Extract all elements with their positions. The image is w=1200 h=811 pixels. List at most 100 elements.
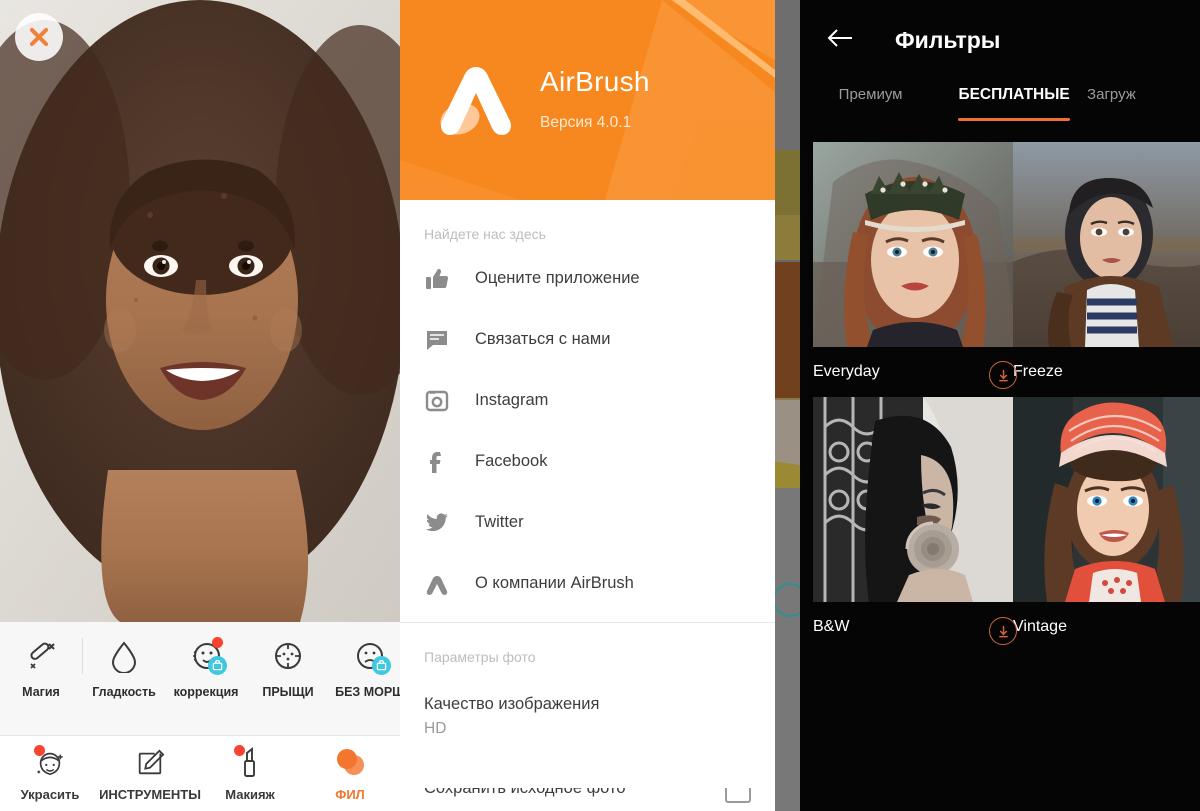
download-button-freeze[interactable]	[989, 361, 1023, 389]
drawer-item-contact-us[interactable]: Связаться с нами	[400, 309, 775, 370]
blemish-icon	[268, 636, 308, 676]
setting-value: HD	[424, 720, 447, 737]
tab-premium[interactable]: Премиум	[839, 82, 903, 103]
face-fix-icon	[186, 636, 227, 676]
nav-label: ИНСТРУМЕНТЫ	[99, 786, 201, 802]
bottom-navigation: Украсить ИНСТРУМЕНТЫ Макияж ФИЛ	[0, 735, 400, 811]
tool-acne[interactable]: ПРЫЩИ	[247, 636, 329, 699]
setting-title: Сохранить исходное фото	[424, 788, 626, 797]
drawer-item-facebook[interactable]: Facebook	[400, 431, 775, 492]
droplet-icon	[104, 636, 144, 676]
magic-wand-icon	[21, 636, 61, 676]
tool-label: коррекция	[173, 685, 239, 699]
airbrush-logo-icon	[430, 55, 522, 147]
nav-label: Украсить	[20, 786, 80, 802]
drawer-item-label: Facebook	[475, 452, 548, 470]
navigation-drawer: AirBrush Версия 4.0.1 Найдете нас здесь …	[400, 0, 775, 811]
filter-label-row: Vintage	[1013, 602, 1200, 652]
drawer-item-image-quality[interactable]: Качество изображения HD	[400, 671, 775, 738]
app-version: Версия 4.0.1	[540, 114, 632, 131]
filter-cell-freeze[interactable]: Freeze	[1000, 142, 1200, 397]
photo-preview[interactable]	[0, 0, 400, 622]
nav-label: ФИЛ	[335, 786, 365, 802]
screenshot-root: Магия Гладкость коррекция ПРЫЩИ БЕЗ МОРЩ…	[0, 0, 1200, 811]
drawer-item-instagram[interactable]: Instagram	[400, 370, 775, 431]
filter-label-row: Freeze	[1013, 347, 1200, 397]
close-button[interactable]	[15, 13, 63, 61]
filters-icon	[331, 746, 369, 780]
page-title: Фильтры	[895, 26, 1001, 53]
street-portrait-thumb[interactable]	[1013, 142, 1200, 347]
new-badge-dot	[34, 744, 45, 756]
facebook-icon	[424, 449, 450, 475]
nav-label: Макияж	[225, 786, 275, 802]
crown-portrait-thumb[interactable]	[813, 142, 1018, 347]
drawer-item-rate-app[interactable]: Оцените приложение	[400, 248, 775, 309]
beautify-icon	[31, 744, 69, 780]
filter-label-row: Everyday	[813, 347, 1018, 397]
airbrush-logo-icon	[424, 571, 450, 597]
download-button-vintage[interactable]	[989, 617, 1023, 645]
tool-correction[interactable]: коррекция	[165, 636, 247, 699]
drawer-item-about-airbrush[interactable]: О компании AirBrush	[400, 553, 775, 614]
instagram-icon	[424, 388, 450, 414]
chat-bubble-icon	[424, 327, 450, 353]
knit-hat-portrait-thumb[interactable]	[1013, 397, 1200, 602]
save-original-checkbox[interactable]	[725, 788, 751, 803]
back-arrow-icon	[826, 26, 854, 55]
settings-drawer-panel: AirBrush Версия 4.0.1 Найдете нас здесь …	[400, 0, 800, 811]
drawer-item-save-original[interactable]: Сохранить исходное фото	[400, 788, 775, 811]
nav-item-tools[interactable]: ИНСТРУМЕНТЫ	[99, 746, 201, 802]
wrinkle-icon	[350, 636, 391, 676]
filter-name: B&W	[813, 618, 850, 635]
drawer-item-twitter[interactable]: Twitter	[400, 492, 775, 553]
nav-item-filters[interactable]: ФИЛ	[300, 746, 400, 802]
app-name: AirBrush	[540, 66, 650, 97]
tool-label: Гладкость	[92, 685, 156, 699]
thumbs-up-icon	[424, 266, 450, 292]
close-icon	[26, 24, 52, 50]
download-icon	[989, 361, 1017, 389]
drawer-item-label: Связаться с нами	[475, 330, 611, 348]
filter-cell-everyday[interactable]: Everyday	[800, 142, 1018, 397]
tool-smooth[interactable]: Гладкость	[83, 636, 165, 699]
filter-label-row: B&W	[813, 602, 1018, 652]
tool-wrinkle[interactable]: БЕЗ МОРЩ	[329, 636, 400, 699]
drawer-item-label: О компании AirBrush	[475, 574, 634, 592]
new-badge-dot	[234, 744, 245, 756]
drawer-item-label: Instagram	[475, 391, 549, 409]
filters-panel: Фильтры Премиум БЕСПЛАТНЫЕ Загруж Everyd…	[800, 0, 1200, 811]
tool-label: Магия	[22, 685, 60, 699]
nav-item-makeup[interactable]: Макияж	[200, 744, 300, 802]
filter-row: B&W Vintage	[800, 397, 1200, 652]
filter-row: Everyday Freeze	[800, 142, 1200, 397]
drawer-item-label: Оцените приложение	[475, 269, 640, 287]
filter-tabs: Премиум БЕСПЛАТНЫЕ Загруж	[800, 82, 1200, 130]
tool-magic[interactable]: Магия	[0, 636, 82, 699]
tab-downloaded[interactable]: Загруж	[1087, 82, 1136, 103]
filter-cell-vintage[interactable]: Vintage	[1000, 397, 1200, 652]
social-section-header: Найдете нас здесь	[424, 226, 546, 242]
new-badge-dot	[212, 637, 223, 648]
photo-section-header: Параметры фото	[424, 649, 536, 665]
tool-strip: Магия Гладкость коррекция ПРЫЩИ БЕЗ МОРЩ	[0, 622, 400, 735]
drawer-item-label: Twitter	[475, 513, 524, 531]
photo-editor-panel: Магия Гладкость коррекция ПРЫЩИ БЕЗ МОРЩ…	[0, 0, 400, 811]
edit-pencil-icon	[131, 746, 169, 780]
tab-free[interactable]: БЕСПЛАТНЫЕ	[958, 82, 1071, 121]
shop-badge-icon	[372, 656, 391, 675]
filter-name: Everyday	[813, 363, 880, 380]
download-icon	[989, 617, 1017, 645]
tool-label: ПРЫЩИ	[262, 685, 314, 699]
filter-cell-bw[interactable]: B&W	[800, 397, 1018, 652]
lipstick-icon	[231, 744, 269, 780]
drawer-header: AirBrush Версия 4.0.1	[400, 0, 775, 200]
setting-title: Качество изображения	[424, 695, 600, 713]
twitter-icon	[424, 510, 450, 536]
tool-label: БЕЗ МОРЩ	[335, 685, 400, 699]
filter-grid: Everyday Freeze B&W Vintage	[800, 142, 1200, 652]
bw-rose-portrait-thumb[interactable]	[813, 397, 1018, 602]
shop-badge-icon	[208, 656, 227, 675]
back-button[interactable]	[820, 20, 860, 60]
nav-item-beautify[interactable]: Украсить	[0, 744, 100, 802]
